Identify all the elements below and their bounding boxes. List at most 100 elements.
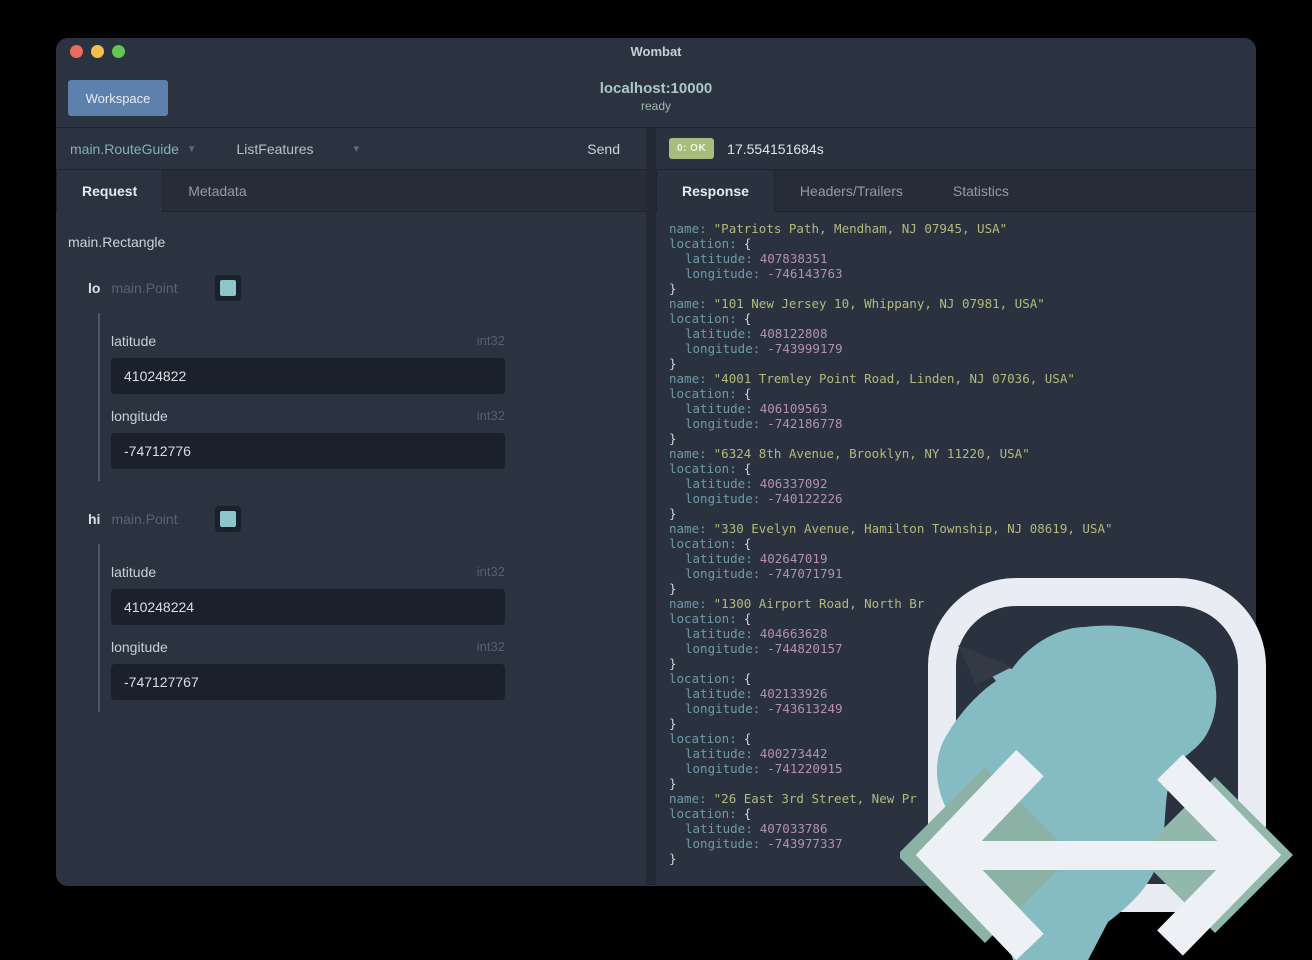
response-line: longitude: -742186778 (685, 416, 843, 431)
response-line: location:{ (669, 731, 752, 746)
field-label-row: longitude int32 (111, 408, 505, 424)
field-label: longitude (111, 639, 168, 655)
response-line: location:{ (669, 461, 752, 476)
response-line: } (669, 656, 677, 671)
field-label-row: latitude int32 (111, 333, 505, 349)
response-line: latitude: 402647019 (685, 551, 828, 566)
tab-statistics[interactable]: Statistics (928, 170, 1034, 211)
field-hi-header: hi main.Point (88, 506, 646, 532)
tab-response[interactable]: Response (656, 170, 775, 212)
field-lo-group: latitude int32 longitude int32 (98, 313, 646, 481)
field-type: main.Point (111, 511, 178, 527)
request-form: main.Rectangle lo main.Point latitude in… (56, 212, 646, 885)
field-type-badge: int32 (476, 564, 505, 579)
response-line: latitude: 406109563 (685, 401, 828, 416)
response-line: } (669, 581, 677, 596)
response-line: } (669, 356, 677, 371)
field-type-badge: int32 (476, 333, 505, 348)
response-line: location:{ (669, 236, 752, 251)
response-line: location:{ (669, 611, 752, 626)
title-bar: Wombat Workspace localhost:10000 ready (56, 38, 1256, 128)
status-badge: 0: OK (669, 138, 715, 159)
field-label-row: latitude int32 (111, 564, 505, 580)
field-type-badge: int32 (476, 639, 505, 654)
window-title: Wombat (630, 44, 682, 59)
response-line: latitude: 404663628 (685, 626, 828, 641)
response-line: longitude: -743999179 (685, 341, 843, 356)
response-line: name: "1300 Airport Road, North Br (669, 596, 925, 611)
field-label: latitude (111, 564, 157, 580)
response-toolbar: 0: OK 17.554151684s (656, 128, 1256, 170)
response-line: longitude: -743977337 (685, 836, 843, 851)
response-line: longitude: -744820157 (685, 641, 843, 656)
response-line: latitude: 402133926 (685, 686, 828, 701)
response-line: latitude: 408122808 (685, 326, 828, 341)
response-panel: 0: OK 17.554151684s Response Headers/Tra… (656, 128, 1256, 885)
response-line: location:{ (669, 311, 752, 326)
field-type-badge: int32 (476, 408, 505, 423)
response-line: latitude: 406337092 (685, 476, 828, 491)
response-line: longitude: -740122226 (685, 491, 843, 506)
message-type-label: main.Rectangle (68, 234, 166, 250)
chevron-down-icon: ▾ (188, 143, 195, 155)
hi-longitude-input[interactable] (111, 664, 505, 700)
response-line: longitude: -743613249 (685, 701, 843, 716)
field-label-row: longitude int32 (111, 639, 505, 655)
response-line: name: "4001 Tremley Point Road, Linden, N… (669, 371, 1075, 386)
service-select[interactable]: main.RouteGuide ▾ (70, 141, 194, 157)
response-line: } (669, 506, 677, 521)
tab-request[interactable]: Request (56, 170, 164, 212)
send-button[interactable]: Send (587, 141, 620, 157)
field-name: lo (88, 280, 101, 296)
field-name: hi (88, 511, 101, 527)
response-tab-bar: Response Headers/Trailers Statistics (656, 170, 1256, 212)
main-split: main.RouteGuide ▾ ListFeatures ▾ Send Re… (56, 128, 1256, 885)
hi-latitude-input[interactable] (111, 589, 505, 625)
desktop-background: Wombat Workspace localhost:10000 ready m… (0, 0, 1312, 960)
field-lo-header: lo main.Point (88, 275, 646, 301)
response-line: } (669, 281, 677, 296)
response-line: name: "6324 8th Avenue, Brooklyn, NY 1122… (669, 446, 1030, 461)
response-line: location:{ (669, 386, 752, 401)
response-line: name: "101 New Jersey 10, Whippany, NJ 07… (669, 296, 1045, 311)
response-line: longitude: -746143763 (685, 266, 843, 281)
checkbox-checked-mark (219, 511, 236, 527)
field-label: latitude (111, 333, 157, 349)
response-line: location:{ (669, 536, 752, 551)
service-name: main.RouteGuide (70, 140, 179, 157)
response-line: longitude: -741220915 (685, 761, 843, 776)
response-line: longitude: -747071791 (685, 566, 843, 581)
panel-divider[interactable] (646, 128, 656, 885)
field-hi-group: latitude int32 longitude int32 (98, 544, 646, 712)
message-toggle-checkbox[interactable] (214, 275, 241, 301)
tab-headers-trailers[interactable]: Headers/Trailers (775, 170, 928, 211)
field-type: main.Point (111, 280, 178, 296)
server-address: localhost:10000 (599, 80, 713, 97)
chevron-down-icon: ▾ (353, 143, 360, 155)
method-select[interactable]: ListFeatures ▾ (236, 141, 359, 157)
request-panel: main.RouteGuide ▾ ListFeatures ▾ Send Re… (56, 128, 646, 885)
request-tab-bar: Request Metadata (56, 170, 646, 212)
checkbox-checked-mark (219, 280, 236, 296)
server-status: ready (640, 99, 672, 113)
response-line: name: "330 Evelyn Avenue, Hamilton Townsh… (669, 521, 1113, 536)
response-output: name: "Patriots Path, Mendham, NJ 07945, … (656, 212, 1256, 885)
lo-latitude-input[interactable] (111, 358, 505, 394)
response-line: latitude: 407838351 (685, 251, 828, 266)
response-line: } (669, 431, 677, 446)
response-line: location:{ (669, 671, 752, 686)
response-line: } (669, 776, 677, 791)
method-name: ListFeatures (236, 140, 314, 157)
request-toolbar: main.RouteGuide ▾ ListFeatures ▾ Send (56, 128, 646, 170)
response-line: name: "Patriots Path, Mendham, NJ 07945, … (669, 221, 1008, 236)
response-line: } (669, 851, 677, 866)
message-toggle-checkbox[interactable] (214, 506, 241, 532)
response-line: location:{ (669, 806, 752, 821)
wombat-app-window: Wombat Workspace localhost:10000 ready m… (56, 38, 1256, 886)
response-line: latitude: 407033786 (685, 821, 828, 836)
tab-metadata[interactable]: Metadata (163, 170, 271, 211)
server-info: localhost:10000 ready (56, 80, 1256, 113)
lo-longitude-input[interactable] (111, 433, 505, 469)
response-line: name: "26 East 3rd Street, New Pr (669, 791, 917, 806)
field-label: longitude (111, 408, 168, 424)
